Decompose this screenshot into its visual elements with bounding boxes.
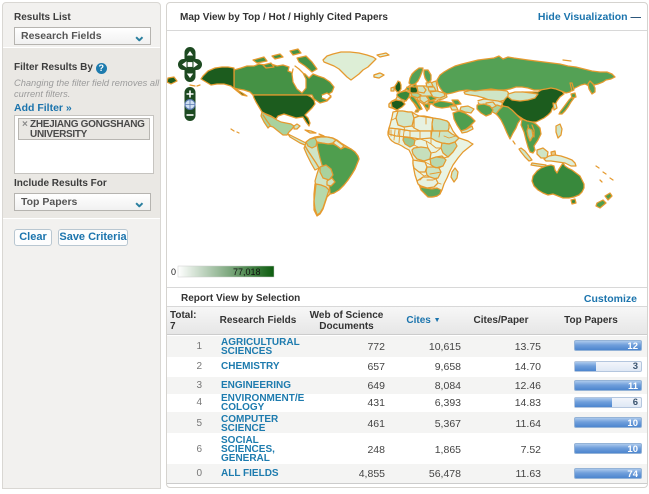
svg-text:77,018: 77,018 — [233, 267, 261, 277]
svg-text:0: 0 — [171, 267, 176, 277]
